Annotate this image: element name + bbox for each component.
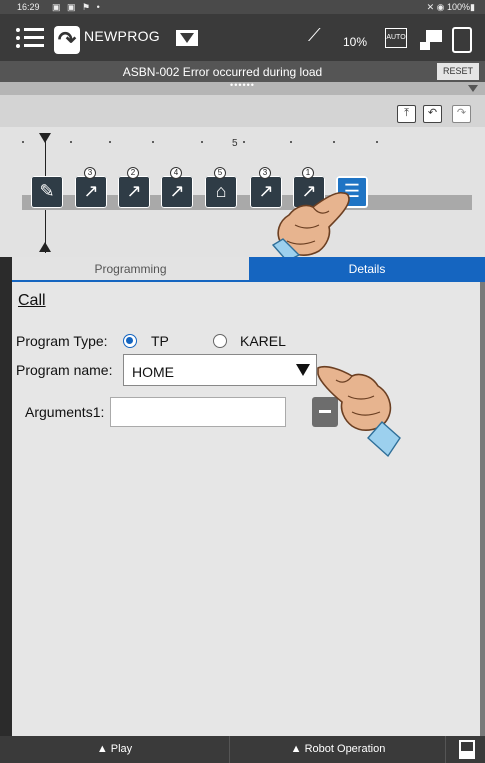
- redo-small-icon[interactable]: ↷: [452, 105, 471, 123]
- radio-karel-label[interactable]: KAREL: [240, 333, 286, 349]
- reset-button[interactable]: RESET: [437, 63, 479, 80]
- ruler-dot: [201, 141, 203, 143]
- panel-scrollbar[interactable]: [480, 282, 485, 736]
- program-name-title[interactable]: NEWPROG: [84, 28, 160, 44]
- radio-tp[interactable]: [123, 334, 137, 348]
- alarm-message: ASBN-002 Error occurred during load: [122, 65, 323, 79]
- step-glyph: ↗: [169, 181, 185, 201]
- play-button[interactable]: ▲ Play: [0, 736, 230, 763]
- upload-icon[interactable]: ⤒: [397, 105, 416, 123]
- dropdown-icon[interactable]: [176, 30, 198, 46]
- menu-icon[interactable]: [14, 24, 46, 52]
- status-bar: 16:29 ▣ ▣ ⚑ • ✕ ◉ 100%▮: [0, 0, 485, 14]
- panel-icon: [459, 740, 475, 759]
- playhead-bottom-marker[interactable]: [39, 242, 51, 252]
- status-time: 16:29: [17, 2, 40, 12]
- ruler-dot: [376, 141, 378, 143]
- step-glyph: ↗: [126, 181, 142, 201]
- touch-icon[interactable]: [452, 27, 472, 53]
- ruler-dot: [70, 141, 72, 143]
- step-badge: 2: [127, 167, 139, 179]
- chevron-down-icon[interactable]: [296, 364, 310, 376]
- step-glyph: ✎: [39, 181, 55, 201]
- ruler-dot: [109, 141, 111, 143]
- timeline-step[interactable]: 4 ↗: [161, 167, 193, 208]
- resize-handle[interactable]: ••••••: [0, 80, 485, 95]
- step-glyph: ↗: [83, 181, 99, 201]
- ruler-label: 5: [232, 138, 238, 149]
- ruler-dot: [22, 141, 24, 143]
- timeline-step[interactable]: 3 ↗: [75, 167, 107, 208]
- arguments-input[interactable]: [110, 397, 286, 427]
- panel-left-edge: [0, 257, 12, 736]
- teach-pendant-icon[interactable]: [420, 28, 442, 52]
- robot-operation-button[interactable]: ▲ Robot Operation: [231, 736, 446, 763]
- step-badge: 3: [84, 167, 96, 179]
- timeline-step[interactable]: 2 ↗: [118, 167, 150, 208]
- tab-programming[interactable]: Programming: [12, 257, 249, 282]
- timeline-step[interactable]: 5 ⌂: [205, 167, 237, 208]
- step-badge: 5: [214, 167, 226, 179]
- collapse-arrow-icon[interactable]: [468, 85, 478, 92]
- step-badge: 3: [259, 167, 271, 179]
- radio-karel[interactable]: [213, 334, 227, 348]
- bottom-bar: ▲ Play ▲ Robot Operation: [0, 736, 485, 763]
- hand-pointer-icon: [271, 191, 350, 262]
- ruler-dot: [333, 141, 335, 143]
- ruler-dot: [152, 141, 154, 143]
- step-badge: 4: [170, 167, 182, 179]
- timeline-step[interactable]: ✎: [31, 176, 63, 208]
- step-glyph: ⌂: [215, 181, 227, 201]
- timeline-toolbar: ⤒ ↶ ↷: [0, 95, 485, 127]
- program-name-label: Program name:: [16, 362, 113, 378]
- status-battery: ✕ ◉ 100%▮: [426, 2, 475, 12]
- hand-pointer-icon: [317, 365, 401, 458]
- alarm-bar: ASBN-002 Error occurred during load RESE…: [0, 61, 485, 82]
- instruction-title: Call: [18, 292, 46, 309]
- ruler-dot: [243, 141, 245, 143]
- undo-icon[interactable]: ↶: [423, 105, 442, 123]
- program-name-value: HOME: [132, 364, 174, 380]
- override-percent[interactable]: 10%: [343, 35, 367, 49]
- program-name-select[interactable]: HOME: [123, 354, 317, 386]
- redo-icon[interactable]: ↷: [54, 26, 80, 54]
- step-badge: 1: [302, 167, 314, 179]
- arguments-label: Arguments1:: [25, 404, 105, 420]
- ruler-dot: [290, 141, 292, 143]
- panel-button[interactable]: [450, 736, 485, 763]
- program-type-label: Program Type:: [16, 333, 108, 349]
- timeline-editor: 5 ✎ 3 ↗ 2 ↗ 4 ↗ 5 ⌂ 3 ↗ 1 ↗ ☰: [0, 127, 485, 262]
- app-bar: ↷ NEWPROG ⟋ 10% AUTO: [0, 14, 485, 61]
- tab-details[interactable]: Details: [249, 257, 485, 282]
- status-indicators: ▣ ▣ ⚑ •: [52, 2, 102, 12]
- handle-dots: ••••••: [230, 80, 255, 90]
- playhead-top-marker[interactable]: [39, 133, 51, 143]
- tool-icon[interactable]: ⟋: [308, 25, 321, 46]
- radio-tp-label[interactable]: TP: [151, 333, 169, 349]
- auto-mode-icon[interactable]: AUTO: [385, 28, 407, 48]
- details-panel: [12, 282, 480, 736]
- tab-bar: Programming Details: [12, 257, 485, 282]
